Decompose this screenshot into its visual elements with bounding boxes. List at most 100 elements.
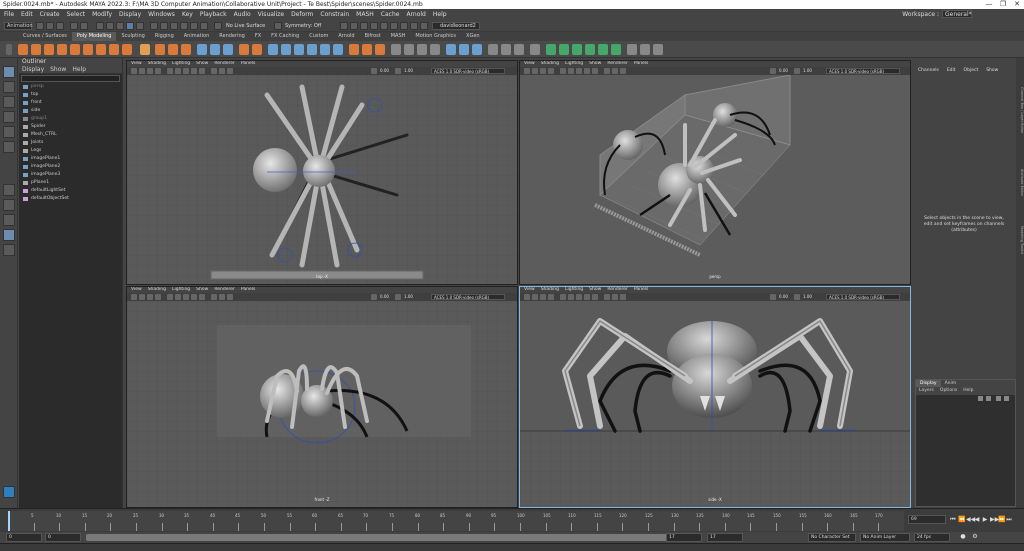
menu-mash[interactable]: MASH xyxy=(356,11,374,18)
viewport-persp-scene[interactable] xyxy=(520,74,910,284)
snap-view-plane-icon[interactable] xyxy=(180,22,188,30)
auto-key-icon[interactable]: ● xyxy=(960,533,966,540)
menu-arnold[interactable]: Arnold xyxy=(406,11,425,18)
lights-icon[interactable] xyxy=(584,68,590,74)
scale-tool-icon[interactable] xyxy=(3,141,15,153)
shelf-tab-rigging[interactable]: Rigging xyxy=(150,32,179,41)
fps-dropdown[interactable]: 24 fps xyxy=(914,533,950,542)
four-view-layout-icon[interactable] xyxy=(3,199,15,211)
menu-windows[interactable]: Windows xyxy=(148,11,175,18)
smooth-shade-icon[interactable] xyxy=(175,68,181,74)
grid-toggle-icon[interactable] xyxy=(155,294,161,300)
reduce-icon[interactable] xyxy=(307,44,317,55)
outliner-item-legs[interactable]: Legs xyxy=(19,147,122,155)
poly-torus-icon[interactable] xyxy=(70,44,80,55)
select-object-icon[interactable] xyxy=(106,22,114,30)
exposure-value[interactable]: 0.00 xyxy=(779,294,788,300)
viewport-side[interactable]: View Shading Lighting Show Renderer Pane… xyxy=(519,286,911,508)
camera-attributes-icon[interactable] xyxy=(131,68,137,74)
history-icon[interactable] xyxy=(200,22,208,30)
outliner-item-front[interactable]: front xyxy=(19,99,122,107)
shelf-tab-xgen[interactable]: XGen xyxy=(461,32,485,41)
menu-display[interactable]: Display xyxy=(119,11,141,18)
redo-icon[interactable] xyxy=(80,22,88,30)
shelf-menu-icon[interactable] xyxy=(6,44,12,55)
wireframe-icon[interactable] xyxy=(167,294,173,300)
scene-start-field[interactable]: 0 xyxy=(6,533,42,542)
camera-based-mapping-icon[interactable] xyxy=(611,44,621,55)
insert-edge-loop-icon[interactable] xyxy=(459,44,469,55)
shelf-tab-sculpting[interactable]: Sculpting xyxy=(116,32,149,41)
outliner-item-pplane1[interactable]: pPlane1 xyxy=(19,179,122,187)
maximize-button[interactable]: ❐ xyxy=(996,0,1010,9)
svg-icon[interactable] xyxy=(181,44,191,55)
render-view-icon[interactable] xyxy=(350,22,358,30)
gamma-value[interactable]: 1.00 xyxy=(404,68,413,74)
spherical-mapping-icon[interactable] xyxy=(585,44,595,55)
freeze-transform-icon[interactable] xyxy=(653,44,663,55)
menu-audio[interactable]: Audio xyxy=(234,11,251,18)
step-back-key-button[interactable]: ⏪ xyxy=(958,516,965,523)
uv-editor-icon[interactable] xyxy=(546,44,556,55)
select-tool-icon[interactable] xyxy=(3,66,15,78)
isolate-select-icon[interactable] xyxy=(604,294,610,300)
gamma-icon[interactable] xyxy=(395,294,401,300)
extract-icon[interactable] xyxy=(281,44,291,55)
make-live-icon[interactable] xyxy=(190,22,198,30)
viewport-top[interactable]: View Shading Lighting Show Renderer Pane… xyxy=(126,60,518,285)
poly-text-icon[interactable] xyxy=(168,44,178,55)
layer-tab-anim[interactable]: Anim xyxy=(941,380,961,387)
channel-box-menu-edit[interactable]: Edit xyxy=(947,62,956,73)
image-plane-toggle-icon[interactable] xyxy=(147,68,153,74)
ipr-render-icon[interactable] xyxy=(360,22,368,30)
new-scene-icon[interactable] xyxy=(36,22,44,30)
multi-cut-icon[interactable] xyxy=(391,44,401,55)
gamma-value[interactable]: 1.00 xyxy=(404,294,413,300)
poly-sphere-icon[interactable] xyxy=(18,44,28,55)
play-forwards-button[interactable]: ▶ xyxy=(982,516,988,523)
shelf-tab-fx[interactable]: FX xyxy=(250,32,266,41)
textured-icon[interactable] xyxy=(576,294,582,300)
outliner-menu-display[interactable]: Display xyxy=(22,66,44,73)
menu-create[interactable]: Create xyxy=(40,11,60,18)
shelf-tab-rendering[interactable]: Rendering xyxy=(214,32,250,41)
wireframe-icon[interactable] xyxy=(167,68,173,74)
channel-box-menu-show[interactable]: Show xyxy=(986,62,998,73)
open-scene-icon[interactable] xyxy=(46,22,54,30)
layer-tab-display[interactable]: Display xyxy=(916,380,941,387)
go-to-end-button[interactable]: ⏭ xyxy=(1006,516,1012,523)
rotate-tool-icon[interactable] xyxy=(3,126,15,138)
camera-attributes-icon[interactable] xyxy=(524,294,530,300)
outliner-layout-icon[interactable] xyxy=(3,244,15,256)
grid-toggle-icon[interactable] xyxy=(548,68,554,74)
xray-icon[interactable] xyxy=(219,68,225,74)
light-editor-icon[interactable] xyxy=(410,22,418,30)
xray-icon[interactable] xyxy=(612,68,618,74)
shelf-tab-custom[interactable]: Custom xyxy=(304,32,333,41)
poly-cone-icon[interactable] xyxy=(57,44,67,55)
exposure-icon[interactable] xyxy=(770,68,776,74)
poly-cylinder-icon[interactable] xyxy=(44,44,54,55)
wedge-icon[interactable] xyxy=(530,44,540,55)
separate-icon[interactable] xyxy=(210,44,220,55)
outliner-item-top[interactable]: top xyxy=(19,91,122,99)
outliner-menu-help[interactable]: Help xyxy=(72,66,86,73)
menu-key[interactable]: Key xyxy=(182,11,193,18)
camera-attributes-icon[interactable] xyxy=(524,68,530,74)
poly-disc-icon[interactable] xyxy=(96,44,106,55)
smooth-icon[interactable] xyxy=(223,44,233,55)
merge-icon[interactable] xyxy=(488,44,498,55)
bookmark-icon[interactable] xyxy=(532,68,538,74)
sweep-mesh-icon[interactable] xyxy=(155,44,165,55)
bevel-icon[interactable] xyxy=(375,44,385,55)
paint-select-tool-icon[interactable] xyxy=(3,96,15,108)
snap-grid-icon[interactable] xyxy=(150,22,158,30)
textured-icon[interactable] xyxy=(576,68,582,74)
command-line[interactable] xyxy=(0,543,1024,551)
planar-mapping-icon[interactable] xyxy=(559,44,569,55)
smooth-shade-icon[interactable] xyxy=(175,294,181,300)
snap-point-icon[interactable] xyxy=(170,22,178,30)
hypershade-icon[interactable] xyxy=(380,22,388,30)
step-back-frame-button[interactable]: ◀◀ xyxy=(966,516,975,523)
play-backwards-button[interactable]: ◀ xyxy=(974,516,980,523)
